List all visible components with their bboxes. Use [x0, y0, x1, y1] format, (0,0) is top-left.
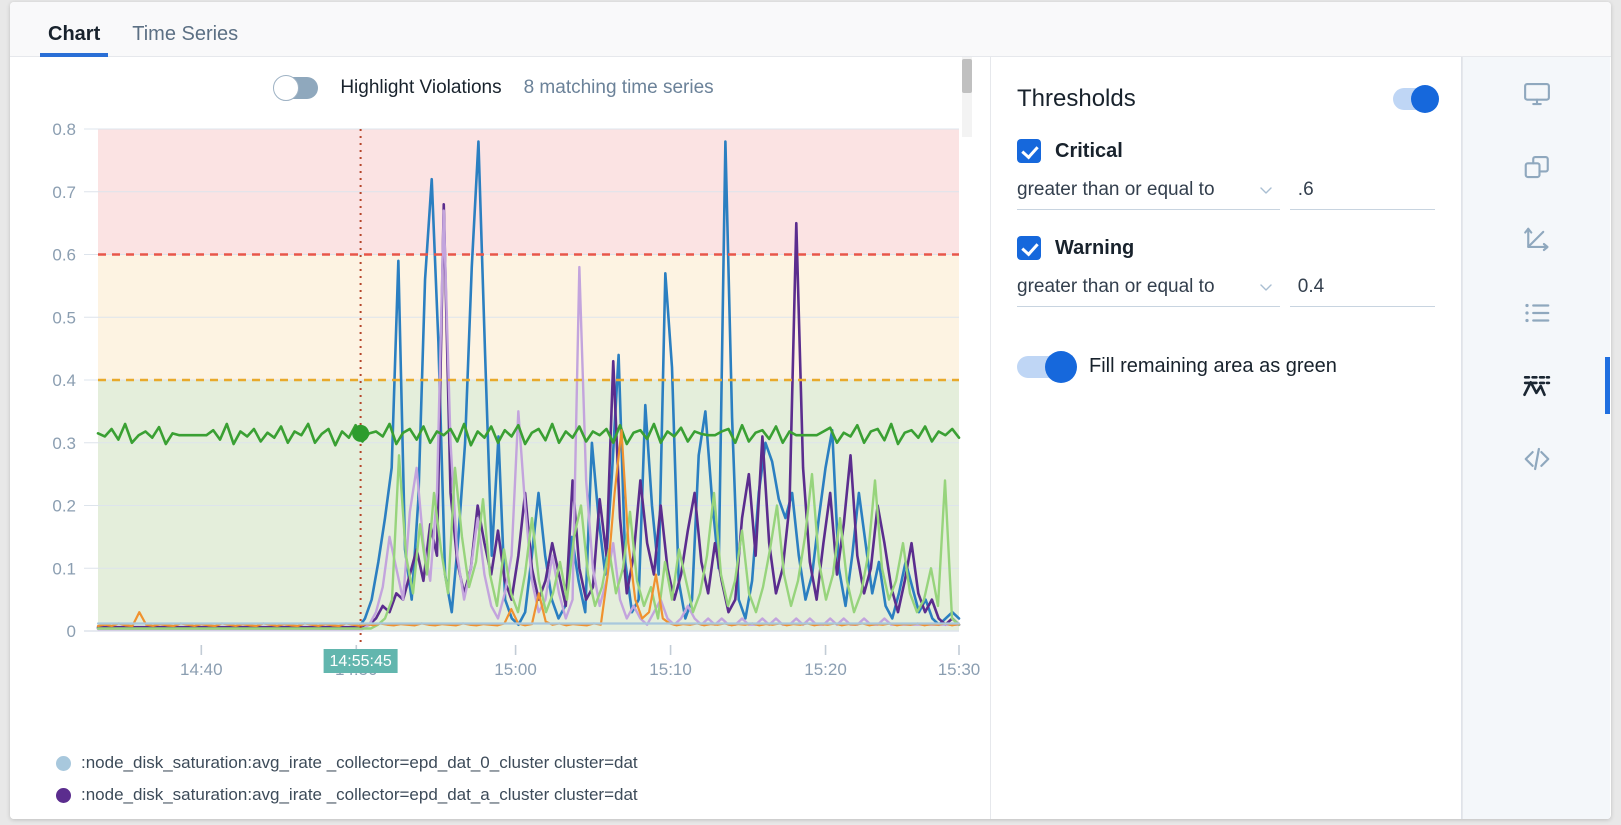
svg-text:0.1: 0.1: [52, 559, 76, 578]
svg-text:0.5: 0.5: [52, 308, 76, 327]
chevron-down-icon: [1258, 182, 1274, 198]
thresholds-enable-toggle[interactable]: [1393, 88, 1437, 110]
thresholds-icon[interactable]: [1463, 349, 1610, 422]
options-icon-rail: [1462, 57, 1610, 819]
svg-text:0.4: 0.4: [52, 371, 76, 390]
svg-text:0.7: 0.7: [52, 183, 76, 202]
legend-series-label: :node_disk_saturation:avg_irate _collect…: [81, 753, 638, 773]
fill-green-toggle[interactable]: [1017, 356, 1073, 378]
chart-pane: Highlight Violations 8 matching time ser…: [10, 57, 991, 819]
svg-text:15:10: 15:10: [649, 660, 692, 679]
fill-green-row: Fill remaining area as green: [991, 307, 1461, 378]
chart-plot-area[interactable]: 0.80.70.60.50.40.30.20.1014:4014:5015:00…: [10, 119, 991, 739]
list-icon[interactable]: [1463, 276, 1610, 349]
warning-condition-value: greater than or equal to: [1017, 276, 1215, 298]
list-item[interactable]: :node_disk_saturation:avg_irate _collect…: [56, 747, 991, 779]
critical-checkbox[interactable]: [1017, 139, 1041, 163]
axes-icon[interactable]: [1463, 203, 1610, 276]
critical-value-text: .6: [1298, 179, 1314, 200]
time-series-chart[interactable]: 0.80.70.60.50.40.30.20.1014:4014:5015:00…: [10, 119, 991, 739]
warning-threshold-row: Warning: [991, 210, 1461, 260]
svg-text:0: 0: [67, 622, 76, 641]
list-item[interactable]: :node_disk_saturation:avg_irate _collect…: [56, 811, 991, 819]
editor-body: Highlight Violations 8 matching time ser…: [10, 57, 1611, 819]
crosshair-point: [352, 425, 369, 442]
warning-value-text: 0.4: [1298, 276, 1324, 297]
toggle-knob: [273, 75, 299, 101]
warning-condition-select[interactable]: greater than or equal to: [1017, 270, 1280, 307]
panel-editor-window: Chart Time Series Highlight Violations 8…: [10, 2, 1611, 819]
legend-scrollbar-thumb[interactable]: [962, 59, 972, 93]
layers-icon[interactable]: [1463, 130, 1610, 203]
svg-text:15:30: 15:30: [938, 660, 981, 679]
critical-condition-row: greater than or equal to .6: [991, 163, 1461, 210]
list-item[interactable]: :node_disk_saturation:avg_irate _collect…: [56, 779, 991, 811]
svg-text:0.3: 0.3: [52, 434, 76, 453]
critical-threshold-row: Critical: [991, 113, 1461, 163]
svg-text:0.6: 0.6: [52, 246, 76, 265]
thresholds-header: Thresholds: [991, 57, 1461, 113]
chart-legend[interactable]: :node_disk_saturation:avg_irate _collect…: [10, 739, 991, 819]
legend-color-swatch: [56, 756, 71, 771]
legend-series-label: :node_disk_saturation:avg_irate _collect…: [81, 817, 638, 819]
code-icon[interactable]: [1463, 422, 1610, 495]
svg-text:15:20: 15:20: [804, 660, 847, 679]
toggle-knob: [1045, 351, 1077, 383]
highlight-violations-toggle[interactable]: [274, 77, 318, 99]
warning-condition-row: greater than or equal to 0.4: [991, 260, 1461, 307]
legend-series-label: :node_disk_saturation:avg_irate _collect…: [81, 785, 638, 805]
thresholds-options-pane: Thresholds Critical greater than or equa…: [991, 57, 1462, 819]
chart-header: Highlight Violations 8 matching time ser…: [10, 57, 990, 119]
svg-text:0.2: 0.2: [52, 497, 76, 516]
display-icon[interactable]: [1463, 57, 1610, 130]
critical-condition-value: greater than or equal to: [1017, 179, 1215, 201]
warning-checkbox[interactable]: [1017, 236, 1041, 260]
tab-time-series[interactable]: Time Series: [116, 24, 254, 56]
critical-label: Critical: [1055, 140, 1123, 163]
tab-chart[interactable]: Chart: [32, 24, 116, 56]
crosshair-time-label: 14:55:45: [329, 653, 391, 670]
toggle-knob: [1411, 85, 1439, 113]
highlight-violations-label: Highlight Violations: [340, 77, 501, 99]
critical-value-input[interactable]: .6: [1290, 173, 1435, 210]
page-title: Thresholds: [1017, 85, 1136, 113]
svg-text:0.8: 0.8: [52, 120, 76, 139]
matching-series-count: 8 matching time series: [524, 77, 714, 99]
fill-green-label: Fill remaining area as green: [1089, 355, 1337, 378]
svg-text:14:40: 14:40: [180, 660, 223, 679]
svg-text:15:00: 15:00: [494, 660, 537, 679]
warning-label: Warning: [1055, 237, 1134, 260]
tab-bar: Chart Time Series: [10, 2, 1611, 57]
warning-value-input[interactable]: 0.4: [1290, 270, 1435, 307]
critical-condition-select[interactable]: greater than or equal to: [1017, 173, 1280, 210]
chevron-down-icon: [1258, 279, 1274, 295]
legend-color-swatch: [56, 788, 71, 803]
